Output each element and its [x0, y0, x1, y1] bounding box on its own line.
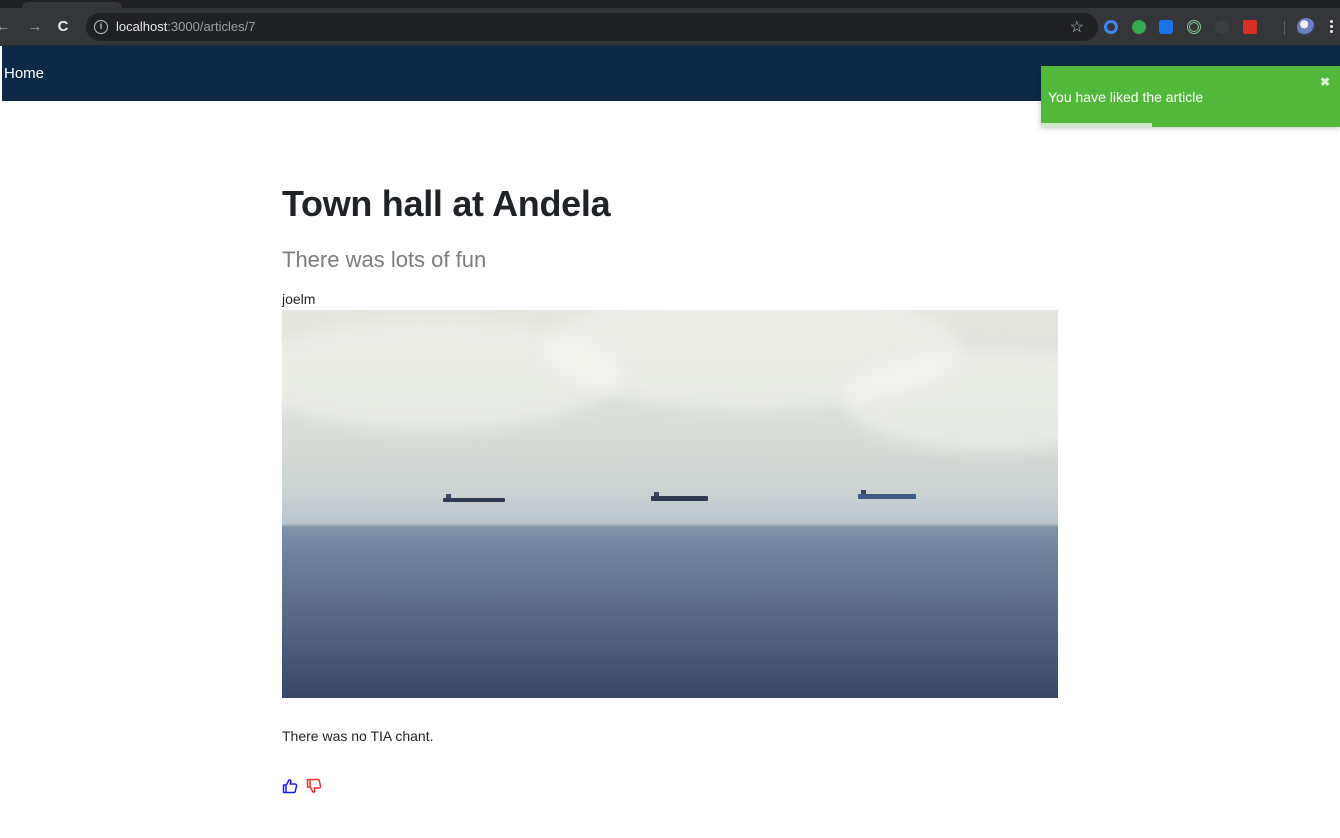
url-host: localhost — [116, 19, 168, 34]
url-path: :3000/articles/7 — [167, 19, 256, 34]
article-body: There was no TIA chant. — [282, 728, 434, 744]
address-bar[interactable]: i localhost:3000/articles/7 ☆ — [86, 13, 1098, 41]
extension-docs-icon[interactable] — [1159, 20, 1173, 34]
back-button[interactable]: ← — [0, 18, 12, 36]
toast-notification: You have liked the article ✖ — [1041, 66, 1340, 127]
forward-button[interactable]: → — [26, 18, 44, 36]
article-image — [282, 310, 1058, 698]
toast-message: You have liked the article — [1048, 89, 1204, 105]
article-subtitle: There was lots of fun — [282, 247, 487, 272]
info-icon[interactable]: i — [94, 20, 108, 34]
toast-progress-bar — [1041, 123, 1152, 127]
url-text: localhost:3000/articles/7 — [116, 19, 255, 34]
article: Town hall at Andela There was lots of fu… — [282, 170, 1058, 798]
toolbar-separator — [1284, 21, 1285, 35]
toast-close-icon[interactable]: ✖ — [1320, 75, 1330, 89]
reaction-bar — [282, 778, 1058, 798]
nav-home-link[interactable]: Home — [4, 65, 44, 82]
extension-ring-icon[interactable] — [1104, 20, 1118, 34]
more-menu-icon[interactable] — [1328, 18, 1336, 36]
extension-dark-icon[interactable] — [1215, 20, 1229, 34]
article-title: Town hall at Andela — [282, 183, 611, 224]
extension-red-icon[interactable] — [1243, 20, 1257, 34]
ship-right — [858, 490, 916, 499]
thumbs-down-icon[interactable] — [306, 778, 322, 799]
browser-toolbar: ← → C i localhost:3000/articles/7 ☆ — [0, 8, 1340, 46]
bookmark-star-icon[interactable]: ☆ — [1070, 17, 1084, 37]
article-author: joelm — [282, 291, 316, 307]
tab-strip — [0, 0, 1340, 8]
reload-button[interactable]: C — [54, 18, 72, 36]
ship-center — [651, 492, 708, 501]
extension-target-icon[interactable] — [1187, 20, 1201, 34]
ship-left — [443, 494, 505, 502]
thumbs-up-icon[interactable] — [282, 778, 298, 799]
profile-avatar[interactable] — [1297, 18, 1315, 36]
grammarly-extension-icon[interactable] — [1132, 20, 1146, 34]
